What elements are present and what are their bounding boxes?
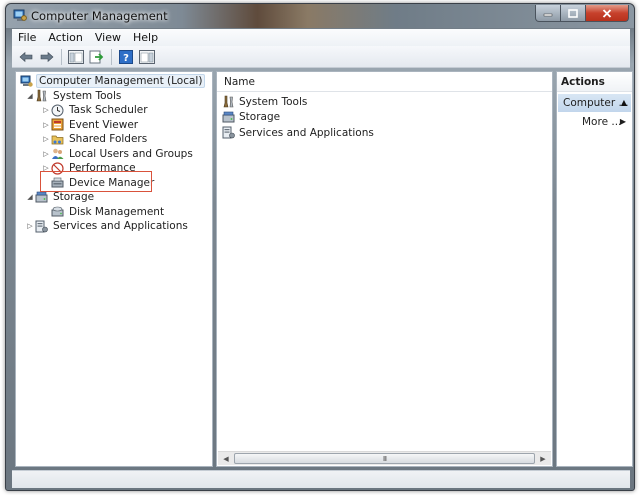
collapse-up-icon[interactable]: ▲ <box>621 98 627 107</box>
storage-icon <box>222 111 235 123</box>
column-header-label: Name <box>224 75 255 88</box>
tree-node-event-viewer[interactable]: ▷ Event Viewer <box>16 118 212 133</box>
show-hide-action-pane-button[interactable] <box>138 48 156 66</box>
list-item-services-and-applications[interactable]: Services and Applications <box>222 125 376 141</box>
results-list-pane[interactable]: Name System Tools Storage Services and A… <box>216 71 553 467</box>
event-viewer-icon <box>51 118 64 131</box>
collapsed-arrow-icon[interactable]: ▷ <box>41 121 51 129</box>
tree-node-task-scheduler[interactable]: ▷ Task Scheduler <box>16 103 212 118</box>
tree-label: Task Scheduler <box>69 104 148 117</box>
status-bar <box>12 470 630 488</box>
tree-label: Disk Management <box>69 205 165 218</box>
clock-icon <box>51 104 64 117</box>
tree-label: Storage <box>53 191 95 204</box>
menu-bar: File Action View Help <box>12 29 630 46</box>
collapsed-arrow-icon[interactable]: ▷ <box>41 106 51 114</box>
help-icon: ? <box>119 49 133 64</box>
actions-header: Actions <box>557 72 632 92</box>
more-actions-item[interactable]: More ... ▶ <box>558 113 631 131</box>
actions-pane: Actions Computer ... ▲ More ... ▶ <box>556 71 633 467</box>
close-icon <box>602 8 612 18</box>
toolbar-separator <box>61 48 62 65</box>
list-item-storage[interactable]: Storage <box>222 110 376 126</box>
list-item-label: System Tools <box>239 95 308 108</box>
expanded-arrow-icon[interactable]: ◢ <box>25 193 35 201</box>
tree-node-disk-management[interactable]: Disk Management <box>16 205 212 220</box>
console-tree-pane[interactable]: Computer Management (Local) ◢ System Too… <box>15 71 213 467</box>
menu-help[interactable]: Help <box>133 31 158 44</box>
collapsed-arrow-icon[interactable]: ▷ <box>25 222 35 230</box>
services-icon <box>35 220 48 233</box>
console-tree: Computer Management (Local) ◢ System Too… <box>16 74 212 234</box>
horizontal-scrollbar[interactable]: ◀ III ▶ <box>218 451 551 465</box>
tree-node-local-users-and-groups[interactable]: ▷ Local Users and Groups <box>16 147 212 162</box>
menu-action[interactable]: Action <box>48 31 82 44</box>
actions-group-computer-management[interactable]: Computer ... ▲ <box>558 94 631 112</box>
list-item-system-tools[interactable]: System Tools <box>222 94 376 110</box>
minimize-icon <box>543 13 553 17</box>
svg-text:?: ? <box>123 53 129 64</box>
tree-node-shared-folders[interactable]: ▷ Shared Folders <box>16 132 212 147</box>
toolbar: ? <box>12 46 630 68</box>
maximize-icon <box>568 8 578 18</box>
services-icon <box>222 126 235 139</box>
forward-button[interactable] <box>38 48 56 66</box>
toolbar-separator <box>111 48 112 65</box>
expanded-arrow-icon[interactable]: ◢ <box>25 92 35 100</box>
tools-icon <box>36 89 47 102</box>
scroll-right-arrow-icon[interactable]: ▶ <box>536 452 550 465</box>
help-button[interactable]: ? <box>117 48 135 66</box>
back-arrow-icon <box>19 51 33 62</box>
tree-label: Event Viewer <box>69 118 139 131</box>
forward-arrow-icon <box>40 51 54 62</box>
tree-label: Local Users and Groups <box>69 147 193 160</box>
computer-management-window: Computer Management File Action View Hel… <box>5 3 635 491</box>
window-title: Computer Management <box>31 9 168 23</box>
shared-folder-icon <box>51 135 64 145</box>
export-list-icon <box>89 50 104 63</box>
tree-node-storage[interactable]: ◢ Storage <box>16 190 212 205</box>
back-button[interactable] <box>17 48 35 66</box>
scrollbar-grip: III <box>382 454 387 463</box>
show-hide-action-pane-icon <box>139 49 155 64</box>
tree-label: Services and Applications <box>53 220 188 233</box>
list-item-label: Storage <box>239 111 281 124</box>
results-list: System Tools Storage Services and Applic… <box>222 94 376 141</box>
caption-buttons <box>535 5 629 22</box>
more-actions-label: More ... <box>582 116 622 128</box>
tree-label: Shared Folders <box>69 133 148 146</box>
tree-label: System Tools <box>53 89 122 102</box>
computer-management-icon <box>20 75 33 87</box>
actions-title: Actions <box>561 75 605 88</box>
tools-icon <box>223 95 234 108</box>
maximize-button[interactable] <box>561 5 586 22</box>
show-hide-console-tree-button[interactable] <box>67 48 85 66</box>
submenu-arrow-icon: ▶ <box>619 117 626 126</box>
users-icon <box>52 148 64 160</box>
storage-icon <box>35 191 48 203</box>
computer-management-app-icon <box>13 9 27 21</box>
collapsed-arrow-icon[interactable]: ▷ <box>41 150 51 158</box>
minimize-button[interactable] <box>535 5 561 22</box>
close-button[interactable] <box>586 5 629 22</box>
tree-node-system-tools[interactable]: ◢ System Tools <box>16 89 212 104</box>
tree-node-services-and-applications[interactable]: ▷ Services and Applications <box>16 219 212 234</box>
disk-management-icon <box>51 206 64 217</box>
tree-label: Computer Management (Local) <box>36 74 206 89</box>
tree-node-computer-management[interactable]: Computer Management (Local) <box>16 74 212 89</box>
column-header-name[interactable]: Name <box>217 72 552 92</box>
scroll-left-arrow-icon[interactable]: ◀ <box>219 452 233 465</box>
export-list-button[interactable] <box>88 48 106 66</box>
menu-file[interactable]: File <box>18 31 36 44</box>
device-manager-highlight-box <box>40 171 152 192</box>
menu-view[interactable]: View <box>95 31 121 44</box>
scrollbar-thumb[interactable]: III <box>234 453 535 464</box>
show-hide-console-tree-icon <box>68 49 84 64</box>
actions-group-label: Computer ... <box>563 97 629 109</box>
collapsed-arrow-icon[interactable]: ▷ <box>41 135 51 143</box>
title-bar[interactable]: Computer Management <box>6 4 634 28</box>
list-item-label: Services and Applications <box>239 126 374 139</box>
